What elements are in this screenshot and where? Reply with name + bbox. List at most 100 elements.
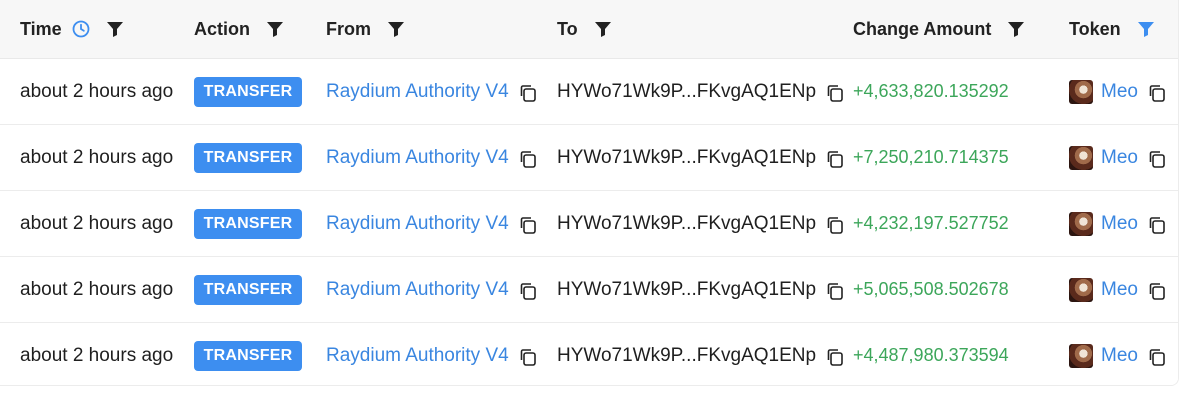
change-amount: +7,250,210.714375 [853,147,1009,167]
token-link[interactable]: Meo [1101,81,1138,103]
time-cell: about 2 hours ago [20,146,174,168]
copy-icon[interactable] [825,215,845,235]
table-row: about 2 hours ago TRANSFER Raydium Autho… [0,59,1178,125]
header-to: To [557,0,612,58]
to-cell: HYWo71Wk9P...FKvgAQ1ENp [557,323,845,385]
token-link[interactable]: Meo [1101,345,1138,367]
header-token: Token [1069,0,1155,58]
from-cell: Raydium Authority V4 [326,59,538,124]
action-cell: TRANSFER [194,257,302,322]
transfer-badge: TRANSFER [194,76,302,107]
filter-icon[interactable] [266,20,284,38]
from-cell: Raydium Authority V4 [326,191,538,256]
clock-icon[interactable] [72,20,90,38]
transfer-badge: TRANSFER [194,340,302,371]
filter-icon[interactable] [1007,20,1025,38]
change-amount: +5,065,508.502678 [853,279,1009,299]
copy-icon[interactable] [1147,347,1167,367]
to-cell: HYWo71Wk9P...FKvgAQ1ENp [557,59,845,124]
table-row: about 2 hours ago TRANSFER Raydium Autho… [0,125,1178,191]
from-cell: Raydium Authority V4 [326,257,538,322]
to-address[interactable]: HYWo71Wk9P...FKvgAQ1ENp [557,81,816,103]
header-change-amount: Change Amount [853,0,1025,58]
token-cell: Meo [1069,323,1167,385]
from-cell: Raydium Authority V4 [326,323,538,385]
to-address[interactable]: HYWo71Wk9P...FKvgAQ1ENp [557,147,816,169]
token-avatar [1069,145,1093,170]
amount-cell: +4,232,197.527752 [853,191,1009,256]
copy-icon[interactable] [1147,149,1167,169]
amount-cell: +5,065,508.502678 [853,257,1009,322]
from-link[interactable]: Raydium Authority V4 [326,213,509,235]
filter-icon[interactable] [106,20,124,38]
copy-icon[interactable] [825,347,845,367]
change-amount: +4,232,197.527752 [853,213,1009,233]
to-cell: HYWo71Wk9P...FKvgAQ1ENp [557,191,845,256]
to-cell: HYWo71Wk9P...FKvgAQ1ENp [557,125,845,190]
token-cell: Meo [1069,59,1167,124]
transfer-badge: TRANSFER [194,274,302,305]
header-from: From [326,0,405,58]
token-link[interactable]: Meo [1101,279,1138,301]
header-from-label: From [326,18,371,39]
filter-icon[interactable] [594,20,612,38]
token-cell: Meo [1069,257,1167,322]
to-address[interactable]: HYWo71Wk9P...FKvgAQ1ENp [557,213,816,235]
to-cell: HYWo71Wk9P...FKvgAQ1ENp [557,257,845,322]
token-avatar [1069,211,1093,236]
from-link[interactable]: Raydium Authority V4 [326,81,509,103]
header-token-label: Token [1069,18,1121,39]
copy-icon[interactable] [1147,281,1167,301]
change-amount: +4,633,820.135292 [853,81,1009,101]
copy-icon[interactable] [1147,83,1167,103]
copy-icon[interactable] [825,83,845,103]
amount-cell: +7,250,210.714375 [853,125,1009,190]
from-link[interactable]: Raydium Authority V4 [326,345,509,367]
copy-icon[interactable] [518,215,538,235]
transfer-badge: TRANSFER [194,142,302,173]
transfer-badge: TRANSFER [194,208,302,239]
token-link[interactable]: Meo [1101,213,1138,235]
action-cell: TRANSFER [194,323,302,385]
time-cell: about 2 hours ago [20,278,174,300]
amount-cell: +4,487,980.373594 [853,323,1009,385]
table-header: Time Action From To Change Amount Token [0,0,1178,59]
table-row: about 2 hours ago TRANSFER Raydium Autho… [0,191,1178,257]
change-amount: +4,487,980.373594 [853,345,1009,365]
table-row: about 2 hours ago TRANSFER Raydium Autho… [0,257,1178,323]
transfers-table: Time Action From To Change Amount Token … [0,0,1179,386]
copy-icon[interactable] [518,83,538,103]
header-time: Time [20,0,124,58]
copy-icon[interactable] [825,281,845,301]
time-cell: about 2 hours ago [20,212,174,234]
action-cell: TRANSFER [194,125,302,190]
action-cell: TRANSFER [194,59,302,124]
to-address[interactable]: HYWo71Wk9P...FKvgAQ1ENp [557,345,816,367]
copy-icon[interactable] [518,149,538,169]
table-row: about 2 hours ago TRANSFER Raydium Autho… [0,323,1178,385]
filter-icon[interactable] [387,20,405,38]
token-avatar [1069,79,1093,104]
filter-icon[interactable] [1137,20,1155,38]
header-to-label: To [557,18,578,39]
token-link[interactable]: Meo [1101,147,1138,169]
header-time-label: Time [20,18,62,39]
from-link[interactable]: Raydium Authority V4 [326,147,509,169]
token-cell: Meo [1069,191,1167,256]
action-cell: TRANSFER [194,191,302,256]
time-cell: about 2 hours ago [20,80,174,102]
copy-icon[interactable] [1147,215,1167,235]
to-address[interactable]: HYWo71Wk9P...FKvgAQ1ENp [557,279,816,301]
token-avatar [1069,343,1093,368]
header-change-amount-label: Change Amount [853,18,992,39]
token-avatar [1069,277,1093,302]
from-cell: Raydium Authority V4 [326,125,538,190]
copy-icon[interactable] [518,281,538,301]
header-action: Action [194,0,284,58]
header-action-label: Action [194,18,250,39]
from-link[interactable]: Raydium Authority V4 [326,279,509,301]
time-cell: about 2 hours ago [20,344,174,366]
copy-icon[interactable] [518,347,538,367]
copy-icon[interactable] [825,149,845,169]
amount-cell: +4,633,820.135292 [853,59,1009,124]
